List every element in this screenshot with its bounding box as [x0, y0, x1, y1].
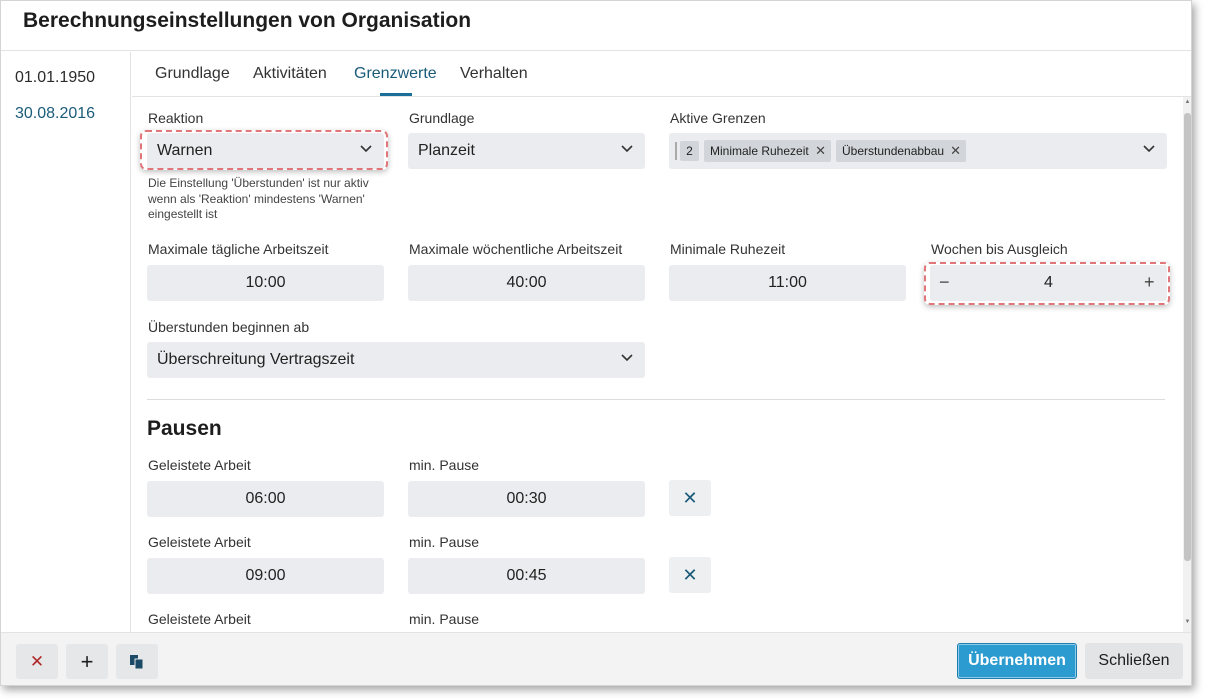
geleistete-arbeit-label: Geleistete Arbeit [148, 534, 251, 550]
tab-grenzwerte[interactable]: Grenzwerte [354, 65, 437, 83]
chip-ueberstundenabbau: Überstundenabbau ✕ [836, 140, 966, 162]
grundlage-value: Planzeit [418, 142, 475, 159]
close-icon: ✕ [682, 565, 698, 585]
close-icon: ✕ [29, 652, 45, 671]
scroll-up-arrow-icon[interactable]: ▲ [1184, 99, 1191, 105]
max-taeglich-value: 10:00 [245, 274, 286, 291]
multiselect-cursor [675, 142, 677, 160]
max-woechentlich-label: Maximale wöchentliche Arbeitszeit [409, 241, 623, 257]
highlight-reaktion [140, 130, 388, 170]
chevron-down-icon [621, 145, 633, 155]
delete-button[interactable]: ✕ [16, 644, 58, 679]
copy-icon [129, 653, 145, 675]
remove-row-button[interactable]: ✕ [669, 480, 711, 516]
ueberstunden-label: Überstunden beginnen ab [148, 319, 310, 335]
selected-count-badge: 2 [680, 141, 699, 161]
min-pause-input[interactable]: 00:30 [408, 481, 645, 517]
grundlage-select[interactable]: Planzeit [408, 133, 645, 169]
chevron-down-icon [621, 354, 633, 364]
add-button[interactable]: + [66, 644, 108, 679]
chip-minimale-ruhezeit: Minimale Ruhezeit ✕ [704, 140, 831, 162]
min-ruhezeit-label: Minimale Ruhezeit [670, 241, 786, 257]
geleistete-arbeit-label: Geleistete Arbeit [148, 457, 251, 473]
tab-grundlage[interactable]: Grundlage [155, 65, 230, 83]
min-ruhezeit-input[interactable]: 11:00 [669, 265, 906, 301]
section-divider [147, 399, 1165, 400]
max-taeglich-input[interactable]: 10:00 [147, 265, 384, 301]
reaktion-label: Reaktion [148, 110, 204, 126]
aktive-grenzen-label: Aktive Grenzen [670, 110, 766, 126]
chevron-down-icon [1143, 145, 1155, 155]
min-ruhezeit-value: 11:00 [768, 274, 807, 291]
reaktion-hint: Die Einstellung 'Überstunden' ist nur ak… [148, 176, 369, 221]
highlight-wochen-ausgleich [924, 262, 1170, 305]
apply-button[interactable]: Übernehmen [957, 643, 1077, 679]
date-item-selected[interactable]: 30.08.2016 [15, 105, 95, 123]
work-value: 09:00 [245, 567, 286, 584]
chip-label: Überstundenabbau [842, 144, 945, 158]
tab-aktivitaeten[interactable]: Aktivitäten [253, 65, 327, 83]
min-pause-label: min. Pause [409, 611, 480, 627]
max-woechentlich-input[interactable]: 40:00 [408, 265, 645, 301]
ueberstunden-select[interactable]: Überschreitung Vertragszeit [147, 342, 645, 378]
close-button[interactable]: Schließen [1085, 643, 1183, 679]
geleistete-arbeit-input[interactable]: 09:00 [147, 558, 384, 594]
date-list: 01.01.1950 30.08.2016 [1, 52, 131, 632]
dialog-title: Berechnungseinstellungen von Organisatio… [23, 9, 472, 32]
grundlage-label: Grundlage [409, 110, 475, 126]
close-icon: ✕ [682, 488, 698, 508]
max-woechentlich-value: 40:00 [506, 274, 547, 291]
max-taeglich-label: Maximale tägliche Arbeitszeit [148, 241, 329, 257]
min-pause-label: min. Pause [409, 534, 480, 550]
title-bar: Berechnungseinstellungen von Organisatio… [1, 1, 1191, 51]
remove-row-button[interactable]: ✕ [669, 557, 711, 593]
pause-value: 00:30 [506, 490, 547, 507]
chip-remove-icon[interactable]: ✕ [815, 140, 826, 162]
ueberstunden-value: Überschreitung Vertragszeit [157, 351, 355, 368]
min-pause-input[interactable]: 00:45 [408, 558, 645, 594]
active-tab-indicator [380, 93, 412, 96]
geleistete-arbeit-input[interactable]: 06:00 [147, 481, 384, 517]
pause-value: 00:45 [506, 567, 547, 584]
work-value: 06:00 [245, 490, 286, 507]
copy-button[interactable] [116, 644, 158, 679]
plus-icon: + [80, 649, 94, 674]
wochen-ausgleich-label: Wochen bis Ausgleich [931, 241, 1068, 257]
date-item[interactable]: 01.01.1950 [15, 69, 95, 87]
tab-bar: Grundlage Aktivitäten Grenzwerte Verhalt… [132, 52, 1191, 97]
scroll-down-arrow-icon[interactable]: ▼ [1184, 619, 1191, 625]
scrollbar-thumb[interactable] [1184, 113, 1191, 561]
tab-verhalten[interactable]: Verhalten [460, 65, 528, 83]
pausen-title: Pausen [147, 417, 222, 440]
min-pause-label: min. Pause [409, 457, 480, 473]
chip-label: Minimale Ruhezeit [710, 144, 809, 158]
geleistete-arbeit-label: Geleistete Arbeit [148, 611, 251, 627]
chip-remove-icon[interactable]: ✕ [950, 140, 961, 162]
settings-dialog: Berechnungseinstellungen von Organisatio… [0, 0, 1192, 686]
